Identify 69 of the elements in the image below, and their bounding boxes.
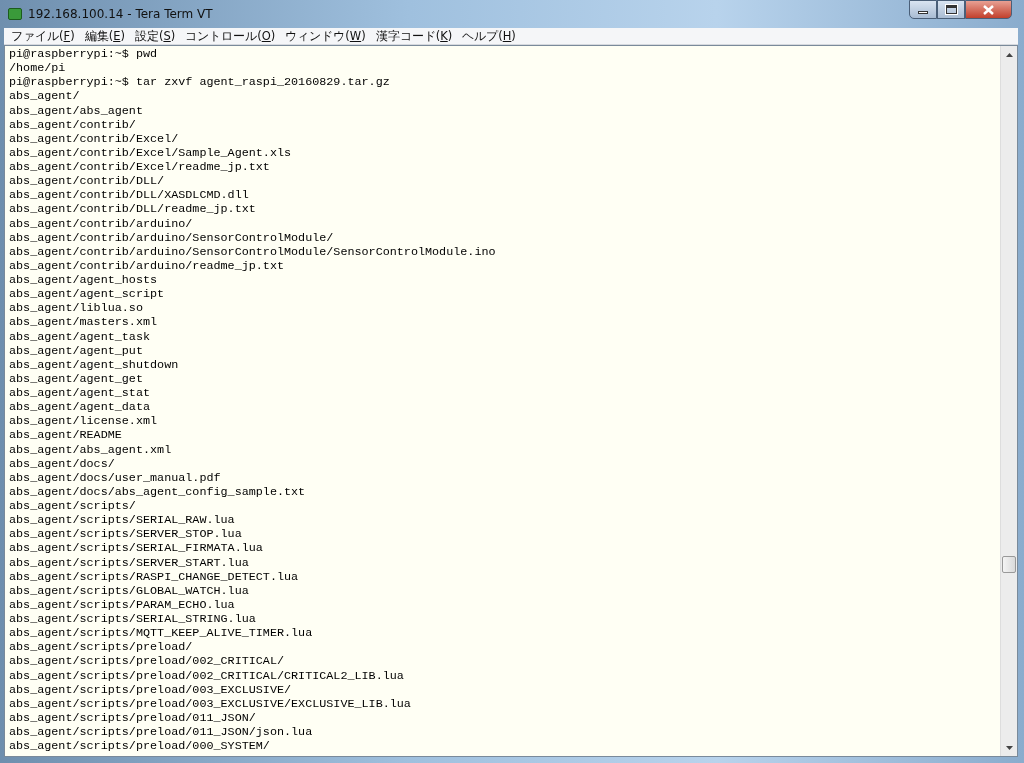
terminal-line: abs_agent/docs/ — [9, 456, 115, 471]
terminal-line: abs_agent/scripts/GLOBAL_WATCH.lua — [9, 583, 249, 598]
menu-item[interactable]: ウィンドウ(W) — [280, 28, 371, 44]
terminal-line: abs_agent/agent_get — [9, 371, 143, 386]
terminal-line: abs_agent/scripts/preload/011_JSON/ — [9, 710, 256, 725]
terminal-line: abs_agent/contrib/arduino/ — [9, 216, 193, 231]
terminal-line: abs_agent/masters.xml — [9, 315, 158, 330]
terminal-line: abs_agent/agent_stat — [9, 386, 151, 400]
menu-item[interactable]: 編集(E) — [79, 28, 130, 44]
terminal-line: abs_agent/scripts/ — [9, 499, 136, 513]
terminal-line: abs_agent/agent_put — [9, 343, 143, 358]
scroll-thumb[interactable] — [1002, 556, 1016, 574]
terminal-line: abs_agent/scripts/preload/002_CRITICAL/ — [9, 654, 284, 669]
terminal-line: pi@raspberrypi:~$ pwd — [9, 47, 158, 61]
terminal-line: abs_agent/contrib/Excel/ — [9, 131, 179, 146]
terminal-line: abs_agent/scripts/preload/003_EXCLUSIVE/ — [9, 682, 292, 697]
terminal-line: abs_agent/agent_shutdown — [9, 357, 179, 372]
close-icon — [983, 4, 994, 15]
terminal-line: abs_agent/agent_script — [9, 287, 165, 302]
maximize-icon — [945, 5, 957, 14]
scroll-down-icon[interactable] — [1005, 745, 1013, 750]
terminal-line: abs_agent/liblua.so — [9, 301, 143, 316]
terminal-line: abs_agent/contrib/DLL/XASDLCMD.dll — [9, 188, 249, 203]
menu-item[interactable]: コントロール(O) — [180, 28, 281, 44]
terminal-line: abs_agent/scripts/PARAM_ECHO.lua — [9, 597, 235, 612]
terminal-line: abs_agent/scripts/SERIAL_RAW.lua — [9, 513, 235, 528]
terminal-line: abs_agent/contrib/DLL/readme_jp.txt — [9, 202, 256, 217]
terminal-line: abs_agent/license.xml — [9, 414, 158, 429]
terminal-line: abs_agent/contrib/Excel/Sample_Agent.xls — [9, 145, 292, 160]
minimize-icon — [918, 11, 928, 14]
terminal-line: abs_agent/scripts/SERVER_START.lua — [9, 555, 249, 570]
terminal-line: abs_agent/scripts/preload/000_SYSTEM/ — [9, 739, 270, 754]
terminal-line: abs_agent/agent_data — [9, 400, 151, 415]
terminal-line: /home/pi — [9, 61, 66, 76]
terminal-line: abs_agent/contrib/Excel/readme_jp.txt — [9, 160, 270, 174]
terminal-line: abs_agent/agent_task — [9, 329, 151, 344]
terminal-line: abs_agent/docs/user_manual.pdf — [9, 470, 221, 485]
menu-item[interactable]: 漢字コード(K) — [370, 28, 458, 44]
terminal-line: abs_agent/contrib/arduino/SensorControlModule/SensorControlModule.ino — [9, 244, 496, 259]
terminal-icon — [8, 8, 22, 20]
terminal-line: abs_agent/contrib/arduino/SensorControlModule/ — [9, 230, 334, 245]
terminal-line: abs_agent/scripts/SERIAL_STRING.lua — [9, 612, 256, 626]
terminal-line: abs_agent/scripts/RASPI_CHANGE_DETECT.lua — [9, 569, 299, 584]
terminal-line: abs_agent/scripts/preload/003_EXCLUSIVE/EXCLUSIVE_LIB.lua — [9, 696, 411, 711]
terminal-line: abs_agent/scripts/MQTT_KEEP_ALIVE_TIMER.lua — [9, 626, 313, 641]
terminal-line: abs_agent/agent_hosts — [9, 273, 158, 287]
terminal-line: abs_agent/abs_agent — [9, 103, 143, 118]
menu-item[interactable]: ヘルプ(H) — [457, 28, 521, 44]
terminal-line: abs_agent/abs_agent.xml — [9, 442, 172, 457]
maximize-button[interactable] — [937, 0, 965, 19]
menu-item[interactable]: 設定(S) — [129, 28, 181, 44]
terminal-line: abs_agent/contrib/arduino/readme_jp.txt — [9, 258, 284, 273]
scrollbar[interactable] — [1000, 46, 1017, 756]
terminal-line: abs_agent/contrib/ — [9, 117, 136, 132]
terminal-line: abs_agent/scripts/SERIAL_FIRMATA.lua — [9, 541, 263, 556]
terminal-line: abs_agent/ — [9, 89, 80, 104]
minimize-button[interactable] — [909, 0, 937, 19]
terminal-line: abs_agent/scripts/SERVER_STOP.lua — [9, 527, 242, 542]
menu-item[interactable]: ファイル(F) — [6, 28, 80, 44]
terminal-line: pi@raspberrypi:~$ tar zxvf agent_raspi_20160829.tar.gz — [9, 75, 390, 90]
terminal-line: abs_agent/contrib/DLL/ — [9, 174, 165, 189]
terminal-line: abs_agent/docs/abs_agent_config_sample.txt — [9, 484, 306, 499]
terminal-line: abs_agent/README — [9, 428, 122, 443]
terminal-line: abs_agent/scripts/preload/002_CRITICAL/CRITICAL2_LIB.lua — [9, 668, 404, 683]
terminal-line: abs_agent/scripts/preload/011_JSON/json.lua — [9, 725, 313, 739]
scroll-up-icon[interactable] — [1005, 52, 1013, 57]
terminal-line: abs_agent/scripts/preload/ — [9, 640, 193, 655]
close-button[interactable] — [965, 0, 1012, 19]
window-title: 192.168.100.14 - Tera Term VT — [28, 6, 213, 23]
